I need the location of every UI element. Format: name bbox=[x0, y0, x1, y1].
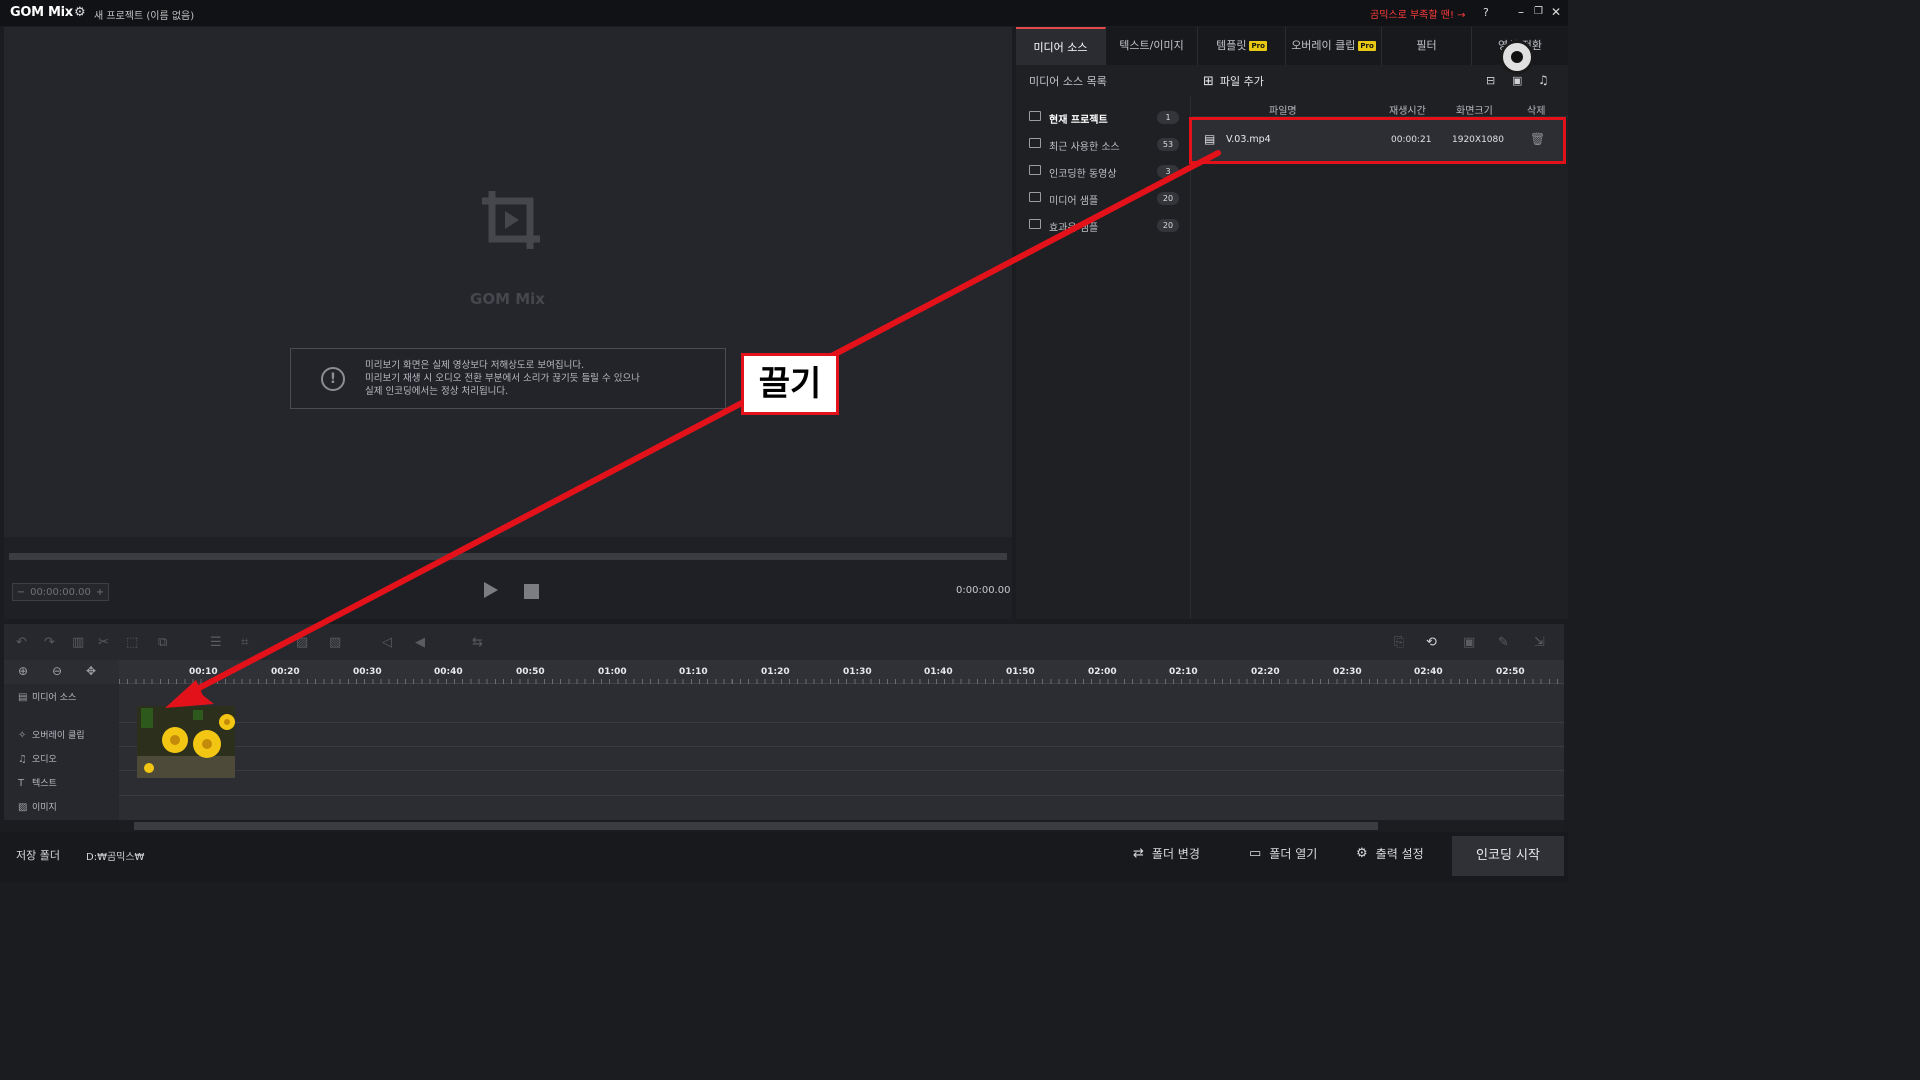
drag-arrow-annotation bbox=[165, 150, 1221, 708]
drag-label: 끌기 bbox=[741, 353, 839, 415]
cursor-icon bbox=[1500, 40, 1534, 74]
